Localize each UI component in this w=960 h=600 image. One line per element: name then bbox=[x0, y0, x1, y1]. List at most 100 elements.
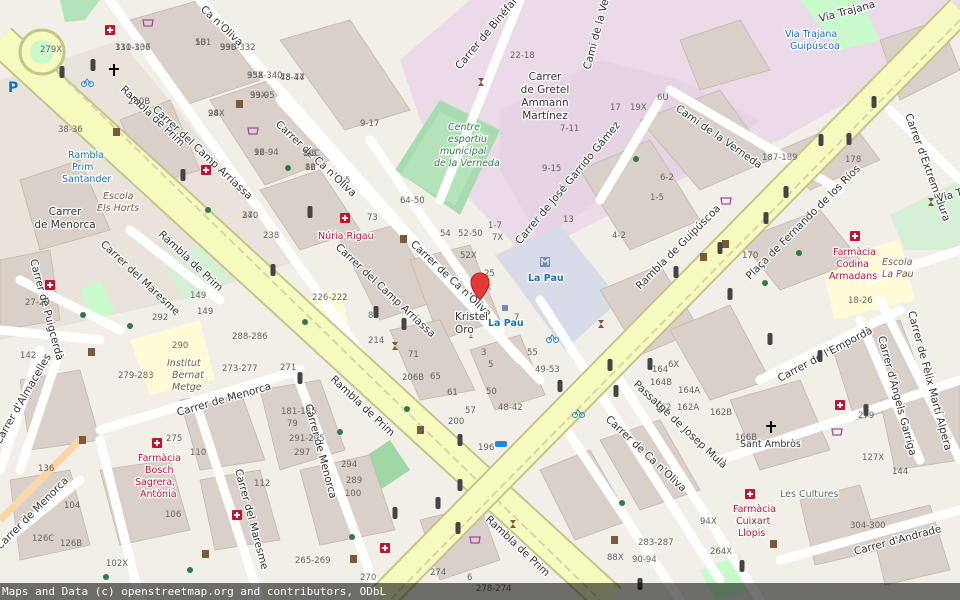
poi-label: Llopis bbox=[738, 528, 765, 539]
traffic-signal-icon bbox=[727, 288, 733, 300]
house-number: 37 bbox=[242, 211, 253, 221]
house-number: 4-2 bbox=[612, 231, 626, 241]
pharmacy-icon bbox=[105, 25, 115, 35]
house-number: 264X bbox=[710, 547, 732, 557]
house-number: 110 bbox=[190, 448, 206, 458]
poi-label: Armadans bbox=[829, 271, 877, 282]
house-number: 279-283 bbox=[118, 371, 154, 381]
house-number: 330-332 bbox=[220, 43, 256, 53]
house-number: 13 bbox=[563, 215, 574, 225]
traffic-signal-icon bbox=[297, 372, 303, 384]
pharmacy-icon bbox=[340, 213, 350, 223]
traffic-signal-icon bbox=[90, 59, 96, 71]
traffic-signal-icon bbox=[392, 507, 398, 519]
car-icon bbox=[495, 441, 507, 447]
poi-label: Farmàcia bbox=[138, 453, 181, 464]
house-number: 16 bbox=[254, 148, 265, 158]
house-number: 9-17 bbox=[360, 119, 379, 129]
house-number: 7X bbox=[492, 233, 503, 243]
house-number: 48-42 bbox=[498, 403, 523, 413]
house-number: 292 bbox=[152, 313, 168, 323]
poi-label: Escola bbox=[103, 191, 134, 202]
house-number: 18-26 bbox=[848, 296, 873, 306]
house-number: 206B bbox=[402, 373, 424, 383]
poi-label: La Pau bbox=[882, 269, 914, 280]
traffic-signal-icon bbox=[180, 169, 186, 181]
house-number: 5B bbox=[195, 38, 206, 48]
poi-label: Els Horts bbox=[97, 203, 139, 214]
house-number: 270 bbox=[360, 573, 376, 583]
house-number: 126C bbox=[32, 534, 54, 544]
map-view[interactable]: Rambla de Prim Rambla de Prim Rambla de … bbox=[0, 0, 960, 600]
house-number: 304-300 bbox=[850, 521, 886, 531]
traffic-signal-icon bbox=[818, 134, 824, 146]
house-number: 106 bbox=[165, 510, 181, 520]
house-number: 6 bbox=[467, 573, 472, 583]
house-number: 265-269 bbox=[295, 556, 331, 566]
house-number: 1-5 bbox=[650, 193, 664, 203]
street-label: Carrer bbox=[49, 206, 82, 218]
poi-label: de la Verneda bbox=[434, 158, 500, 169]
poi-label: Les Cultures bbox=[780, 489, 839, 500]
house-number: 3 bbox=[481, 348, 486, 358]
poi-label: Bosch bbox=[145, 465, 174, 476]
pharmacy-icon bbox=[835, 400, 845, 410]
traffic-signal-icon bbox=[846, 133, 852, 145]
traffic-signal-icon bbox=[607, 359, 613, 371]
house-number: 1-5 bbox=[303, 149, 317, 159]
house-number: 162 bbox=[655, 403, 671, 413]
house-number: 274 bbox=[430, 568, 446, 578]
house-number: 196 bbox=[478, 443, 494, 453]
pharmacy-icon bbox=[45, 280, 55, 290]
pharmacy-icon bbox=[232, 510, 242, 520]
house-number: 27-29 bbox=[25, 298, 50, 308]
house-number: 9-15 bbox=[542, 164, 561, 174]
traffic-signal-icon bbox=[647, 358, 653, 370]
traffic-signal-icon bbox=[817, 350, 823, 362]
house-number: 52X bbox=[460, 251, 477, 261]
poi-label: Farmàcia bbox=[733, 504, 776, 515]
house-number: 273-277 bbox=[222, 364, 258, 374]
poi-label: Núria Rigau bbox=[318, 231, 374, 242]
house-number: 338-340 bbox=[247, 71, 283, 81]
pharmacy-icon bbox=[380, 543, 390, 553]
house-number: 57 bbox=[465, 406, 476, 416]
house-number: 290 bbox=[172, 341, 188, 351]
house-number: 294 bbox=[341, 460, 357, 470]
traffic-signal-icon bbox=[863, 404, 869, 416]
house-number: 65 bbox=[430, 372, 441, 382]
house-number: 127X bbox=[862, 453, 884, 463]
house-number: 102X bbox=[106, 559, 128, 569]
traffic-signal-icon bbox=[373, 306, 379, 318]
street-label: de Gretel bbox=[521, 84, 570, 96]
house-number: 200 bbox=[448, 417, 464, 427]
poi-label: Sagrera, bbox=[135, 477, 175, 488]
house-number: 226-222 bbox=[312, 293, 348, 303]
house-number: 142 bbox=[20, 351, 36, 361]
house-number: 126B bbox=[60, 539, 82, 549]
pharmacy-icon bbox=[745, 489, 755, 499]
poi-label: Bernat bbox=[172, 370, 205, 381]
traffic-signal-icon bbox=[871, 96, 877, 108]
house-number: 71 bbox=[408, 350, 419, 360]
street-label: de Menorca bbox=[34, 219, 95, 231]
house-number: 50 bbox=[486, 387, 497, 397]
map-canvas[interactable]: Rambla de Prim Rambla de Prim Rambla de … bbox=[0, 0, 960, 600]
street-label: Ammann bbox=[521, 97, 568, 109]
house-number: 162A bbox=[677, 403, 699, 413]
stop-label: Prim bbox=[72, 162, 93, 173]
metro-icon bbox=[540, 257, 550, 267]
traffic-signal-icon bbox=[767, 333, 773, 345]
house-number: 5 bbox=[345, 176, 350, 186]
traffic-signal-icon bbox=[557, 380, 563, 392]
house-number: 7 bbox=[514, 313, 519, 323]
house-number: 170 bbox=[742, 251, 758, 261]
poi-label: Centre bbox=[448, 122, 480, 133]
house-number: 297 bbox=[294, 448, 310, 458]
house-number: 64-50 bbox=[400, 196, 425, 206]
traffic-signal-icon bbox=[763, 212, 769, 224]
house-number: 73 bbox=[367, 213, 378, 223]
house-number: 79 bbox=[287, 419, 298, 429]
house-number: 7-11 bbox=[560, 124, 579, 134]
pharmacy-icon bbox=[201, 165, 211, 175]
